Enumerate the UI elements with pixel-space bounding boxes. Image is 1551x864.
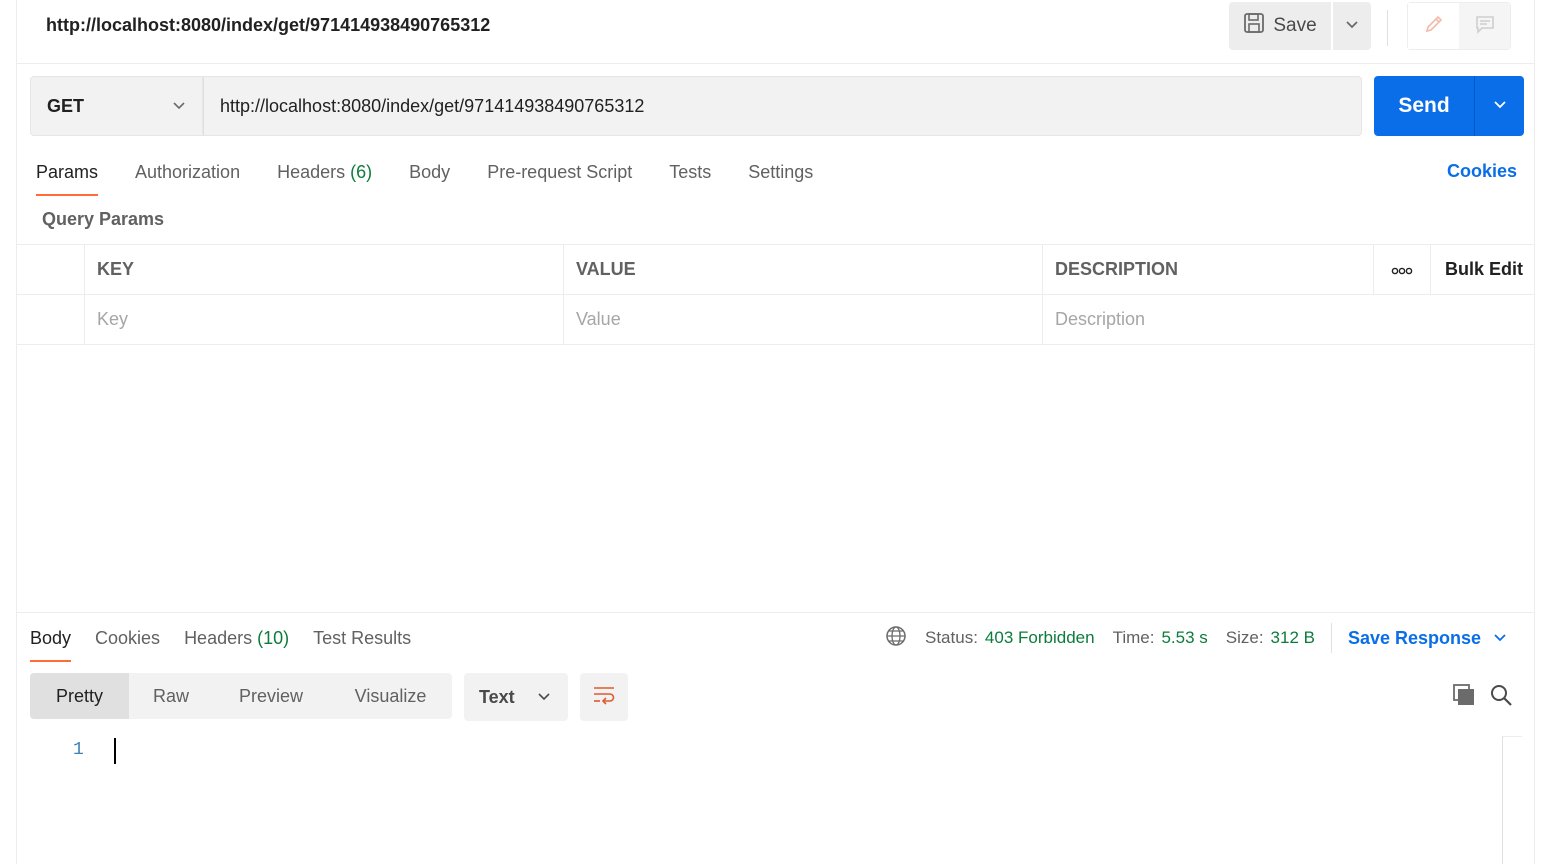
view-preview[interactable]: Preview xyxy=(213,673,329,719)
chevron-down-icon xyxy=(1493,97,1507,116)
bulk-edit-button[interactable]: Bulk Edit xyxy=(1431,245,1535,294)
tab-label: Cookies xyxy=(95,628,161,648)
wrap-lines-button[interactable] xyxy=(580,673,628,721)
tab-label: Body xyxy=(30,628,72,648)
response-format-select[interactable]: Text xyxy=(464,673,568,721)
size-label: Size: xyxy=(1225,628,1264,647)
tab-label: Params xyxy=(36,162,99,182)
chevron-down-icon xyxy=(1345,17,1359,36)
status-value[interactable]: 403 Forbidden xyxy=(985,628,1095,648)
response-tabs: Body Cookies Headers (10) Test Results xyxy=(30,624,435,662)
chevron-down-icon xyxy=(172,96,186,117)
row-checkbox-column xyxy=(17,245,85,294)
tab-body[interactable]: Body xyxy=(409,158,450,196)
response-body-editor[interactable]: 1 xyxy=(17,736,1502,864)
response-tab-cookies[interactable]: Cookies xyxy=(95,624,160,662)
comments-button[interactable] xyxy=(1459,3,1510,49)
globe-icon[interactable] xyxy=(885,625,907,652)
http-method-value: GET xyxy=(47,95,85,116)
request-title[interactable]: http://localhost:8080/index/get/97141493… xyxy=(46,15,490,36)
response-divider[interactable] xyxy=(17,612,1534,613)
response-headers-count: (10) xyxy=(257,628,290,648)
save-options-dropdown[interactable] xyxy=(1333,2,1371,50)
key-input[interactable]: Key xyxy=(85,295,564,344)
value-column-header: VALUE xyxy=(564,245,1043,294)
query-params-table: KEY VALUE DESCRIPTION Bulk Edit Key Valu… xyxy=(17,244,1535,345)
comment-icon xyxy=(1474,13,1496,40)
request-header: http://localhost:8080/index/get/97141493… xyxy=(17,0,1534,64)
tab-label: Settings xyxy=(748,162,814,182)
save-button[interactable]: Save xyxy=(1229,2,1331,50)
time-label: Time: xyxy=(1112,628,1155,647)
line-number: 1 xyxy=(73,740,84,760)
value-input[interactable]: Value xyxy=(564,295,1043,344)
search-icon[interactable] xyxy=(1489,683,1513,712)
table-row: Key Value Description xyxy=(17,295,1535,345)
save-response-button[interactable]: Save Response xyxy=(1348,628,1507,649)
format-value: Text xyxy=(479,686,515,707)
response-tab-headers[interactable]: Headers (10) xyxy=(184,624,289,662)
chevron-down-icon xyxy=(1493,628,1507,649)
save-label: Save xyxy=(1273,15,1317,36)
response-meta: Status: 403 Forbidden Time: 5.53 s Size:… xyxy=(885,623,1507,653)
header-divider xyxy=(1387,10,1388,46)
send-button[interactable]: Send xyxy=(1374,76,1474,136)
url-input[interactable] xyxy=(203,76,1362,136)
tab-authorization[interactable]: Authorization xyxy=(135,158,240,196)
cookies-link[interactable]: Cookies xyxy=(1447,161,1517,182)
save-response-label: Save Response xyxy=(1347,627,1482,648)
save-button-group: Save xyxy=(1229,2,1371,50)
http-method-select[interactable]: GET xyxy=(30,76,203,136)
time-value[interactable]: 5.53 s xyxy=(1161,628,1207,648)
wrap-text-icon xyxy=(592,685,616,710)
tab-tests[interactable]: Tests xyxy=(669,158,711,196)
response-view-switcher: Pretty Raw Preview Visualize xyxy=(30,673,452,719)
request-tabs: Params Authorization Headers (6) Body Pr… xyxy=(36,158,850,198)
tab-label: Headers xyxy=(277,162,346,182)
send-options-dropdown[interactable] xyxy=(1474,76,1524,136)
text-cursor xyxy=(114,738,116,764)
description-column-header: DESCRIPTION xyxy=(1043,245,1374,294)
tab-headers[interactable]: Headers (6) xyxy=(277,158,372,196)
headers-count: (6) xyxy=(350,162,373,182)
query-params-title: Query Params xyxy=(42,209,165,229)
key-column-header: KEY xyxy=(85,245,564,294)
response-tab-test-results[interactable]: Test Results xyxy=(313,624,411,662)
more-options-icon xyxy=(1391,259,1413,280)
tab-label: Headers xyxy=(184,628,253,648)
tab-params[interactable]: Params xyxy=(36,158,99,196)
tab-label: Pre-request Script xyxy=(487,162,633,182)
size-value[interactable]: 312 B xyxy=(1271,628,1315,648)
tab-settings[interactable]: Settings xyxy=(748,158,813,196)
request-panel: http://localhost:8080/index/get/97141493… xyxy=(16,0,1535,864)
description-input[interactable]: Description xyxy=(1043,295,1535,344)
view-visualize[interactable]: Visualize xyxy=(329,673,452,719)
copy-icon[interactable] xyxy=(1452,683,1476,712)
tab-label: Test Results xyxy=(313,628,412,648)
editor-scrollbar[interactable] xyxy=(1502,736,1522,864)
request-actions-group xyxy=(1407,2,1511,50)
status-label: Status: xyxy=(925,628,978,647)
tab-pre-request-script[interactable]: Pre-request Script xyxy=(487,158,632,196)
view-pretty[interactable]: Pretty xyxy=(30,673,129,719)
tab-label: Tests xyxy=(669,162,712,182)
send-button-group: Send xyxy=(1374,76,1524,136)
tab-label: Authorization xyxy=(135,162,241,182)
tab-label: Body xyxy=(409,162,451,182)
edit-button[interactable] xyxy=(1408,3,1459,49)
floppy-disk-icon xyxy=(1243,12,1265,40)
meta-divider xyxy=(1330,623,1332,653)
pencil-icon xyxy=(1423,13,1445,40)
view-raw[interactable]: Raw xyxy=(129,673,213,719)
chevron-down-icon xyxy=(537,687,551,708)
response-tab-body[interactable]: Body xyxy=(30,624,72,662)
column-options-button[interactable] xyxy=(1374,245,1431,294)
row-checkbox-cell xyxy=(17,295,85,344)
table-header-row: KEY VALUE DESCRIPTION Bulk Edit xyxy=(17,245,1535,295)
